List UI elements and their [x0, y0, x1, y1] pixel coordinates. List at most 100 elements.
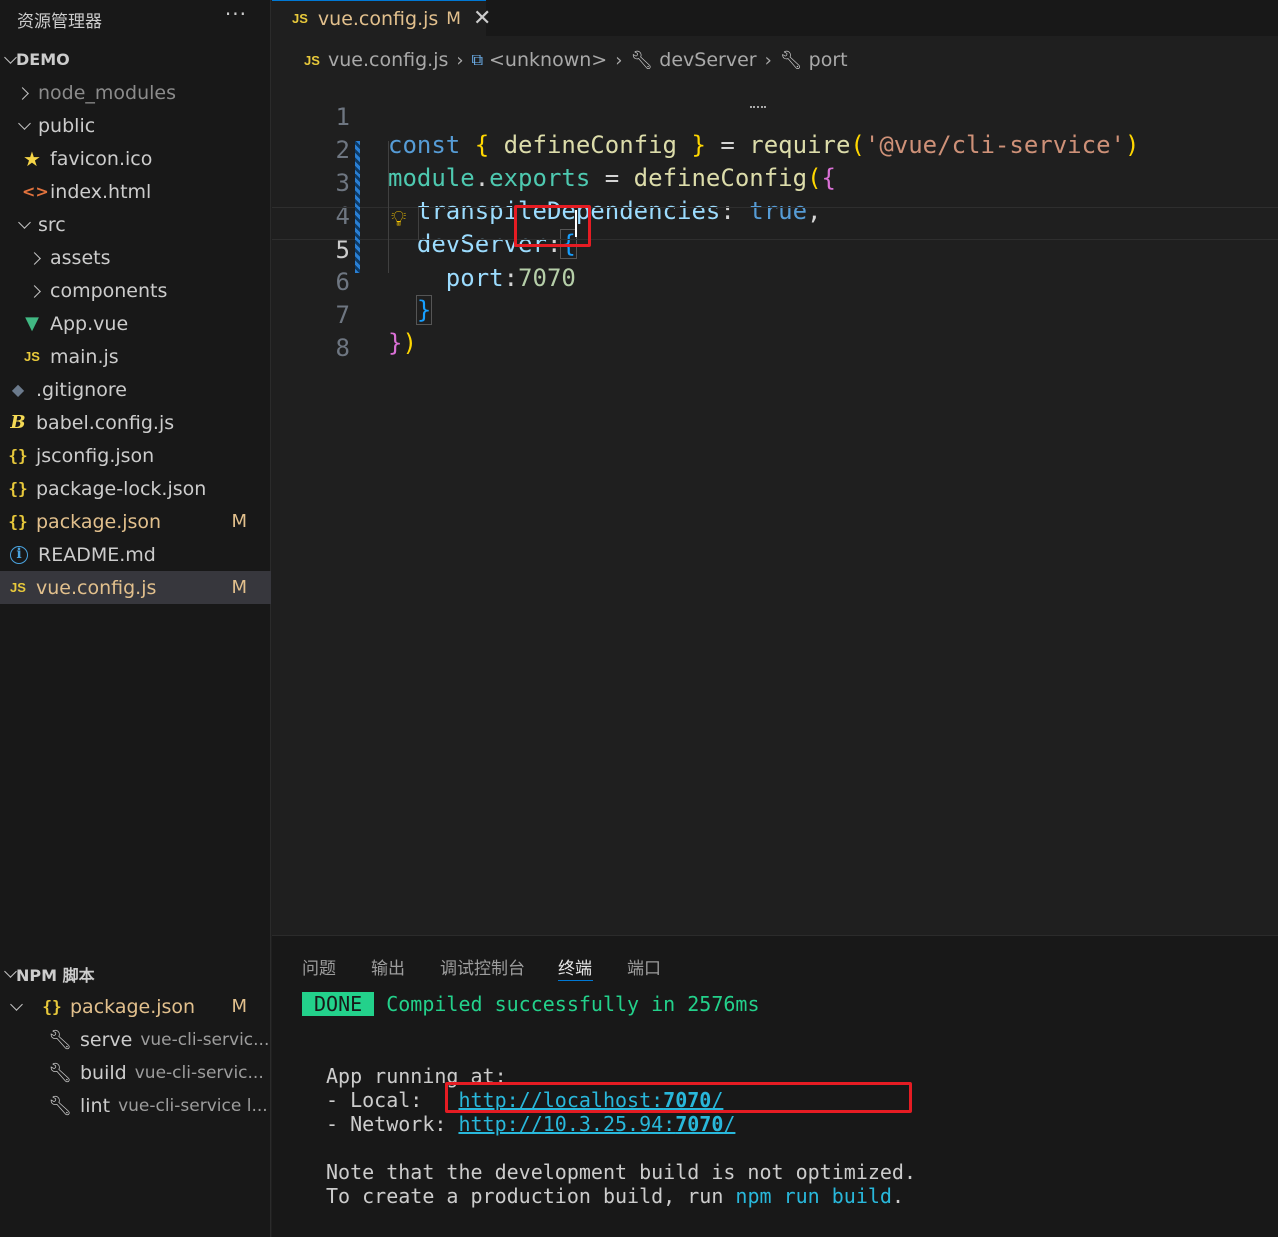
breadcrumb-symbol-devserver[interactable]: devServer — [659, 49, 756, 71]
npm-script-command: vue-cli-service l... — [118, 1095, 268, 1116]
tree-item-label: App.vue — [50, 312, 129, 335]
html-file-icon: <> — [22, 182, 49, 201]
chevron-down-icon — [2, 966, 16, 982]
tree-item-label: src — [38, 213, 66, 236]
tree-item-label: package.json — [36, 510, 162, 533]
chevron-right-icon: › — [615, 49, 623, 71]
wrench-icon: 🔧︎ — [779, 49, 803, 71]
done-badge: DONE — [302, 992, 375, 1016]
tree-item-label: package-lock.json — [36, 477, 207, 500]
explorer-header: 资源管理器 ··· — [0, 0, 271, 36]
chevron-right-icon: › — [764, 49, 772, 71]
tree-item-label: public — [38, 114, 96, 137]
npm-scripts-header[interactable]: NPM 脚本 — [0, 957, 271, 990]
tab-problems[interactable]: 问题 — [302, 954, 336, 979]
tab-title: vue.config.js — [317, 7, 439, 30]
npm-script-name: serve — [80, 1028, 133, 1051]
js-file-icon: JS — [292, 11, 308, 26]
network-url[interactable]: http://10.3.25.94:7070/ — [458, 1112, 735, 1136]
editor-tabbar: JS vue.config.js M ✕ — [272, 0, 1278, 36]
json-file-icon: {} — [42, 997, 62, 1016]
project-name: DEMO — [16, 50, 70, 69]
tree-item-jsconfig[interactable]: {} jsconfig.json — [0, 439, 271, 472]
breadcrumb: JS vue.config.js › ⧉ <unknown> › 🔧︎ devS… — [302, 46, 848, 74]
explorer-title: 资源管理器 — [17, 12, 102, 32]
tree-item-gitignore[interactable]: ◆ .gitignore — [0, 373, 271, 406]
info-icon: i — [10, 545, 28, 564]
npm-file-label: package.json — [70, 995, 196, 1018]
tree-item-label: components — [50, 279, 168, 302]
symbol-variable-icon: ⧉ — [471, 50, 484, 69]
highlight-box-port — [514, 205, 591, 247]
tree-item-label: index.html — [50, 180, 152, 203]
chevron-down-icon — [16, 118, 32, 134]
chevron-down-icon — [16, 217, 32, 233]
project-folder-header[interactable]: DEMO — [0, 43, 271, 76]
wrench-icon: 🔧︎ — [48, 1029, 73, 1051]
vue-file-icon: ▼ — [25, 313, 39, 334]
npm-script-serve[interactable]: 🔧︎ serve vue-cli-servic... — [0, 1023, 271, 1056]
wrench-icon: 🔧︎ — [48, 1062, 73, 1084]
tree-item-src[interactable]: src — [0, 208, 271, 241]
gutter-modified-marker[interactable] — [355, 141, 360, 174]
tab-ports[interactable]: 端口 — [627, 954, 661, 979]
git-file-icon: ◆ — [11, 380, 25, 399]
tree-item-components[interactable]: components — [0, 274, 271, 307]
terminal-line-build: To create a production build, run npm ru… — [326, 1184, 904, 1208]
gutter-modified-marker[interactable] — [355, 174, 360, 207]
indent-guide — [418, 207, 419, 240]
gutter-modified-marker[interactable] — [355, 240, 360, 273]
tab-debug-console[interactable]: 调试控制台 — [440, 954, 525, 979]
close-icon[interactable]: ✕ — [473, 6, 491, 31]
modified-badge: M — [231, 577, 247, 598]
js-file-icon: JS — [10, 580, 26, 595]
breadcrumb-symbol-port[interactable]: port — [809, 49, 848, 71]
tree-item-vue-config[interactable]: JS vue.config.js M — [0, 571, 271, 604]
tree-item-label: node_modules — [38, 81, 177, 104]
tree-item-readme[interactable]: i README.md — [0, 538, 271, 571]
gutter-modified-marker[interactable] — [355, 207, 360, 240]
compiled-message: Compiled successfully in 2576ms — [386, 992, 760, 1016]
tab-vue-config[interactable]: JS vue.config.js M ✕ — [272, 0, 491, 36]
npm-script-lint[interactable]: 🔧︎ lint vue-cli-service l... — [0, 1089, 271, 1122]
chevron-down-icon — [2, 52, 16, 68]
terminal-line-compiled: DONE Compiled successfully in 2576ms — [302, 992, 760, 1016]
npm-script-name: lint — [80, 1094, 111, 1117]
breadcrumb-symbol-unknown[interactable]: <unknown> — [489, 49, 607, 71]
build-command: npm run build — [735, 1184, 892, 1208]
explorer-sidebar: 资源管理器 ··· DEMO node_modules public ★ fav… — [0, 0, 271, 1237]
npm-script-command: vue-cli-servic... — [134, 1062, 264, 1083]
tree-item-label: jsconfig.json — [36, 444, 155, 467]
tree-item-main-js[interactable]: JS main.js — [0, 340, 271, 373]
tree-item-label: vue.config.js — [36, 576, 157, 599]
active-tab-indicator — [558, 980, 593, 981]
npm-script-build[interactable]: 🔧︎ build vue-cli-servic... — [0, 1056, 271, 1089]
tree-item-package-lock[interactable]: {} package-lock.json — [0, 472, 271, 505]
babel-file-icon: B — [10, 412, 26, 433]
tab-terminal[interactable]: 终端 — [558, 954, 592, 979]
hint-dots — [750, 106, 766, 109]
star-file-icon: ★ — [23, 146, 41, 171]
tree-item-app-vue[interactable]: ▼ App.vue — [0, 307, 271, 340]
highlight-box-local-url — [445, 1082, 912, 1113]
tree-item-public[interactable]: public — [0, 109, 271, 142]
bottom-panel: 问题 输出 调试控制台 终端 端口 DONE Compiled successf… — [272, 935, 1278, 1237]
tree-item-index-html[interactable]: <> index.html — [0, 175, 271, 208]
tree-item-node-modules[interactable]: node_modules — [0, 76, 271, 109]
npm-package-json[interactable]: {} package.json M — [0, 990, 271, 1023]
code-line: 2 module.exports = defineConfig({ — [272, 108, 1278, 192]
tree-item-babel-config[interactable]: B babel.config.js — [0, 406, 271, 439]
breadcrumb-file[interactable]: vue.config.js — [328, 49, 448, 71]
tree-item-favicon[interactable]: ★ favicon.ico — [0, 142, 271, 175]
npm-script-name: build — [80, 1061, 127, 1084]
more-actions-icon[interactable]: ··· — [225, 2, 247, 26]
line-number: 8 — [335, 334, 350, 362]
tab-output[interactable]: 输出 — [371, 954, 405, 979]
lightbulb-icon[interactable]: 💡︎ — [391, 207, 406, 232]
code-line: 3 transpileDependencies: true, — [272, 141, 1278, 225]
modified-badge: M — [231, 511, 247, 532]
tree-item-package-json[interactable]: {} package.json M — [0, 505, 271, 538]
chevron-down-icon — [8, 999, 24, 1015]
tree-item-assets[interactable]: assets — [0, 241, 271, 274]
npm-script-command: vue-cli-servic... — [140, 1029, 270, 1050]
